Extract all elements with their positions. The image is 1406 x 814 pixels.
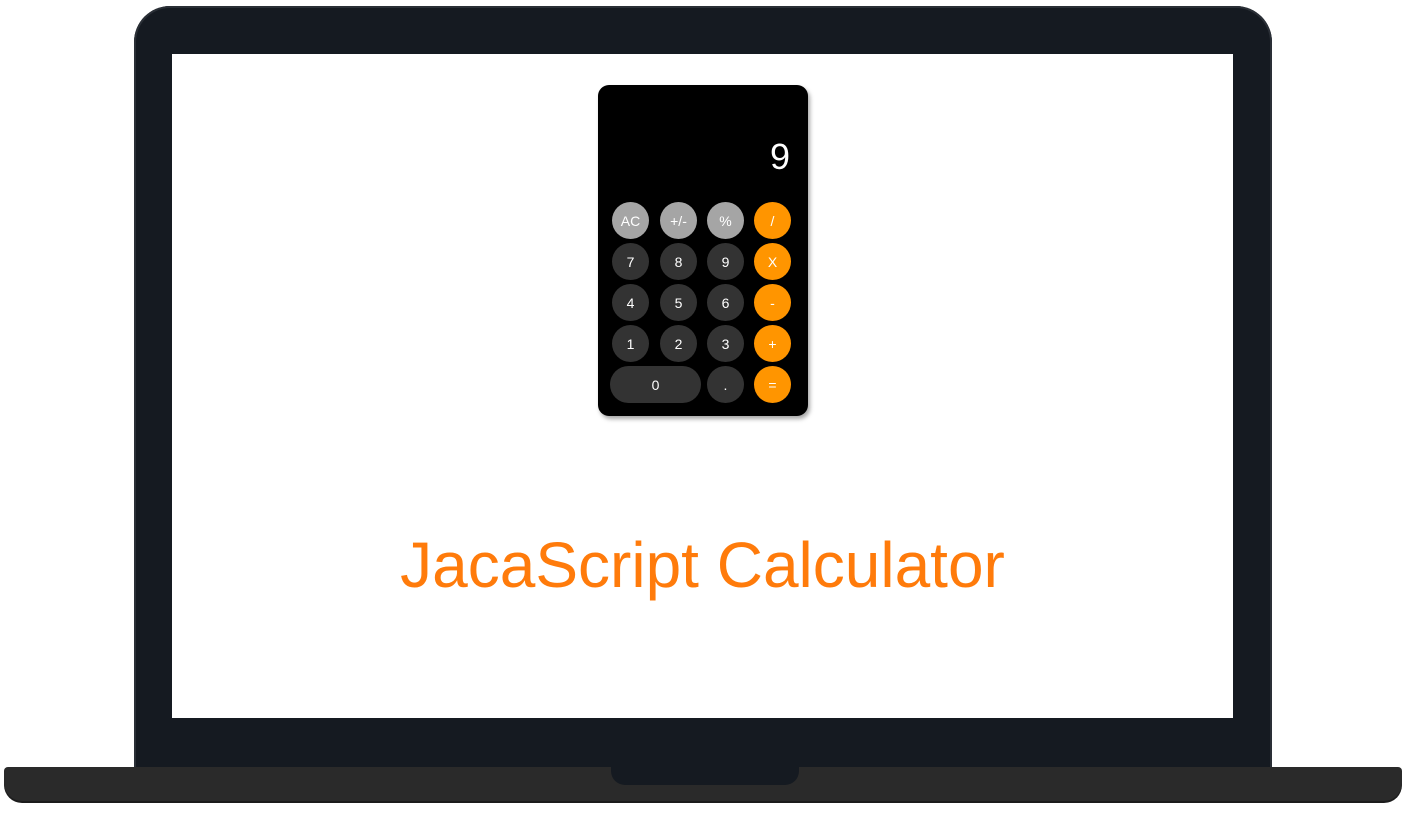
laptop-screen: 9 AC +/- % / 7 8 9 X 4 5 6 - 1 2 3 + 0 .… (172, 54, 1233, 718)
laptop-notch (611, 767, 799, 785)
digit-1-button[interactable]: 1 (612, 325, 649, 362)
digit-4-button[interactable]: 4 (612, 284, 649, 321)
digit-8-button[interactable]: 8 (660, 243, 697, 280)
digit-7-button[interactable]: 7 (612, 243, 649, 280)
percent-button[interactable]: % (707, 202, 744, 239)
sign-toggle-button[interactable]: +/- (660, 202, 697, 239)
calculator: 9 AC +/- % / 7 8 9 X 4 5 6 - 1 2 3 + 0 .… (598, 85, 808, 416)
digit-2-button[interactable]: 2 (660, 325, 697, 362)
digit-9-button[interactable]: 9 (707, 243, 744, 280)
equals-button[interactable]: = (754, 366, 791, 403)
calculator-display: 9 (769, 136, 790, 177)
multiply-button[interactable]: X (754, 243, 791, 280)
decimal-button[interactable]: . (707, 366, 744, 403)
digit-3-button[interactable]: 3 (707, 325, 744, 362)
digit-0-button[interactable]: 0 (610, 366, 701, 403)
laptop-base (4, 767, 1402, 801)
digit-6-button[interactable]: 6 (707, 284, 744, 321)
divide-button[interactable]: / (754, 202, 791, 239)
digit-5-button[interactable]: 5 (660, 284, 697, 321)
clear-button[interactable]: AC (612, 202, 649, 239)
page-title: JacaScript Calculator (400, 529, 1005, 601)
add-button[interactable]: + (754, 325, 791, 362)
subtract-button[interactable]: - (754, 284, 791, 321)
